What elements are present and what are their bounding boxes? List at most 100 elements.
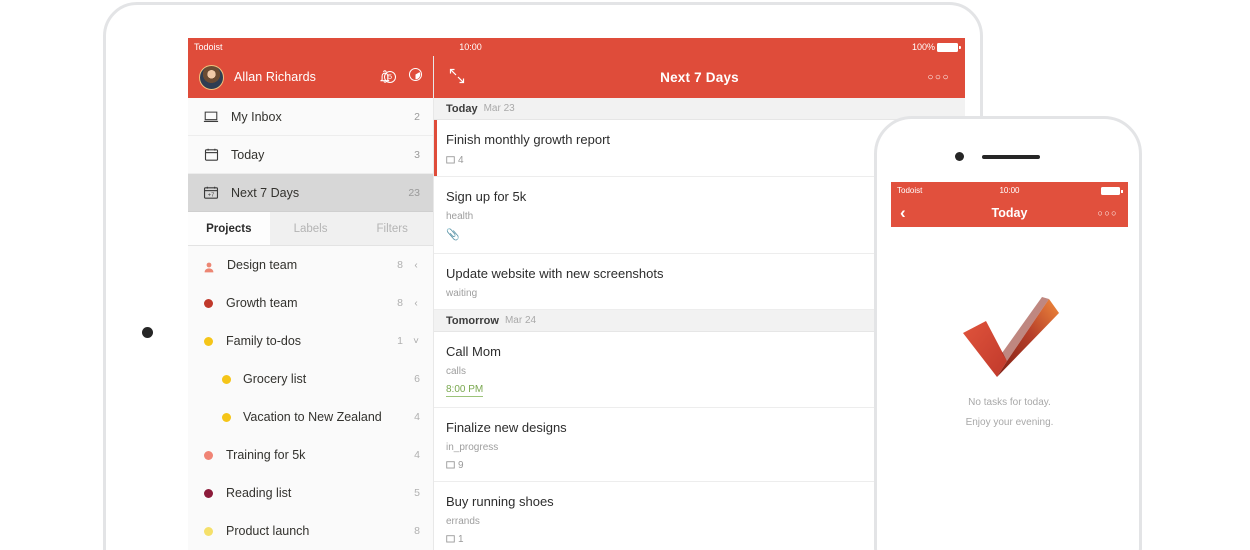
project-item[interactable]: Vacation to New Zealand 4 (188, 398, 433, 436)
tab-labels[interactable]: Labels (270, 212, 352, 245)
attachment-icon: 📎 (446, 229, 460, 241)
sidebar-item-count: 2 (414, 110, 420, 123)
main-header: Next 7 Days ○○○ (434, 56, 965, 98)
tablet-device: Todoist 10:00 100% Allan Richards 5 My I… (103, 2, 983, 550)
svg-text:+7: +7 (208, 192, 214, 198)
comment-count-value: 1 (458, 534, 464, 545)
sidebar-header-icons: 5 (378, 56, 423, 98)
phone-status-bar: Todoist 10:00 (891, 182, 1128, 199)
sidebar-item-label: My Inbox (231, 109, 282, 124)
day-header: Today Mar 23 (434, 98, 965, 120)
project-color-dot (204, 526, 213, 536)
empty-state-line-2: Enjoy your evening. (965, 417, 1054, 428)
project-collapse-icon[interactable]: ‹ (412, 298, 420, 309)
project-color-dot (204, 488, 213, 498)
project-label: Product launch (226, 524, 310, 538)
project-list: Design team 8 ‹ Growth team 8 ‹ Family to-dos 1… (188, 246, 433, 550)
task-due-time: 8:00 PM (446, 384, 484, 397)
project-item[interactable]: Family to-dos 1 ˅ (188, 322, 433, 360)
day-date: Mar 24 (504, 315, 537, 326)
avatar[interactable] (199, 64, 224, 90)
sidebar-item-label: Next 7 Days (231, 185, 300, 200)
sidebar-item-today[interactable]: Today 3 (188, 136, 433, 174)
tablet-screen: Todoist 10:00 100% Allan Richards 5 My I… (188, 38, 965, 550)
project-collapse-icon[interactable]: ‹ (412, 260, 420, 271)
project-color-dot (204, 336, 213, 346)
expand-icon[interactable] (448, 67, 466, 85)
day-name: Today (446, 102, 478, 115)
ipad-status-time: 10:00 (459, 42, 482, 52)
screenshot-stage: Todoist 10:00 100% Allan Richards 5 My I… (0, 0, 1250, 550)
project-count: 8 (414, 525, 420, 537)
project-label: Design team (227, 258, 298, 272)
project-count: 4 (414, 411, 420, 423)
comment-icon (446, 535, 455, 543)
project-count: 5 (414, 487, 420, 499)
shared-project-icon (204, 260, 214, 272)
project-count: 4 (414, 449, 420, 461)
inbox-icon (202, 108, 220, 126)
project-label: Family to-dos (226, 334, 302, 348)
tab-projects[interactable]: Projects (188, 212, 270, 245)
project-item[interactable]: Reading list 5 (188, 474, 433, 512)
battery-icon (937, 43, 961, 52)
day-name: Tomorrow (446, 314, 499, 327)
chevron-left-icon[interactable]: ‹ (900, 199, 906, 227)
phone-camera-icon (955, 152, 964, 161)
ipad-body: Allan Richards 5 My Inbox 2 Today 3 +7 N… (188, 56, 965, 550)
phone-page-title: Today (991, 206, 1028, 220)
calendar-icon (202, 146, 220, 164)
calendar-7-icon: +7 (202, 184, 220, 202)
phone-speaker-icon (982, 155, 1040, 159)
project-label: Growth team (226, 296, 298, 310)
phone-status-time: 10:00 (999, 186, 1020, 195)
more-options-icon[interactable]: ○○○ (927, 56, 950, 98)
page-title: Next 7 Days (660, 69, 739, 85)
project-color-dot (222, 412, 231, 422)
project-count: 8 (397, 297, 403, 309)
project-item[interactable]: Training for 5k 4 (188, 436, 433, 474)
sidebar-item-my-inbox[interactable]: My Inbox 2 (188, 98, 433, 136)
phone-nav-bar: ‹ Today ○○○ (891, 199, 1128, 227)
day-date: Mar 23 (483, 103, 515, 114)
sidebar-item-count: 23 (408, 186, 420, 199)
sidebar-item-count: 3 (414, 148, 420, 161)
ipad-status-bar: Todoist 10:00 100% (188, 38, 965, 56)
phone-device: Todoist 10:00 ‹ Today ○○○ No tasks for t… (874, 116, 1142, 550)
sidebar-item-label: Today (231, 147, 265, 162)
project-color-dot (222, 374, 231, 384)
project-item[interactable]: Growth team 8 ‹ (188, 284, 433, 322)
project-item[interactable]: Product launch 8 (188, 512, 433, 550)
project-item[interactable]: Grocery list 6 (188, 360, 433, 398)
user-name: Allan Richards (234, 70, 316, 84)
timer-icon[interactable] (408, 67, 423, 87)
sidebar-header: Allan Richards 5 (188, 56, 433, 98)
comment-icon (446, 156, 455, 164)
sidebar-tabs: Projects Labels Filters (188, 212, 433, 246)
phone-battery-icon (1101, 187, 1123, 195)
checkmark-icon (962, 297, 1059, 377)
phone-screen: Todoist 10:00 ‹ Today ○○○ No tasks for t… (891, 182, 1128, 550)
project-count: 1 (397, 335, 403, 347)
project-label: Grocery list (243, 372, 307, 386)
comment-count-value: 4 (458, 155, 464, 166)
project-item[interactable]: Design team 8 ‹ (188, 246, 433, 284)
project-count: 8 (397, 259, 403, 271)
comment-icon (446, 461, 455, 469)
project-color-dot (204, 298, 213, 308)
project-label: Training for 5k (226, 448, 306, 462)
comment-count-value: 9 (458, 460, 464, 471)
project-label: Vacation to New Zealand (243, 410, 382, 424)
bell-icon[interactable]: 5 (378, 69, 396, 85)
more-options-icon[interactable]: ○○○ (1097, 199, 1118, 227)
notification-badge: 5 (384, 70, 396, 83)
project-count: 6 (414, 373, 420, 385)
sidebar-item-next-7-days[interactable]: +7 Next 7 Days 23 (188, 174, 433, 212)
tablet-camera-icon (142, 327, 153, 338)
tab-filters[interactable]: Filters (351, 212, 433, 245)
project-label: Reading list (226, 486, 292, 500)
project-color-dot (204, 450, 213, 460)
sidebar: Allan Richards 5 My Inbox 2 Today 3 +7 N… (188, 56, 434, 550)
project-collapse-icon[interactable]: ˅ (412, 336, 420, 347)
ipad-status-battery-percent: 100% (911, 42, 935, 52)
